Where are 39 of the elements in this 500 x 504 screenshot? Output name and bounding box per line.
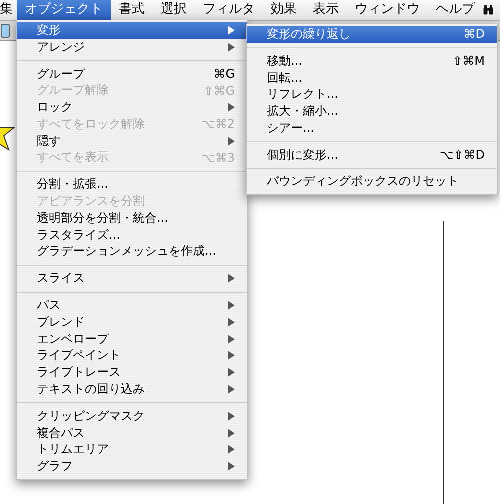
- menu-item[interactable]: ライブペイント: [17, 348, 247, 364]
- menu-item[interactable]: アレンジ: [17, 38, 247, 56]
- menu-item[interactable]: 隠す: [17, 132, 247, 150]
- menu-item[interactable]: 個別に変形... ⌥⇧⌘D: [247, 146, 497, 164]
- menu-item[interactable]: 変形の繰り返し ⌘D: [247, 26, 497, 43]
- menu-item[interactable]: 変形: [17, 22, 247, 39]
- menu-item[interactable]: シアー...: [247, 120, 497, 137]
- menu-item[interactable]: 移動... ⇧⌘M: [247, 52, 497, 70]
- menu-bar-item[interactable]: 表示: [305, 0, 347, 20]
- menu-item[interactable]: ライブトレース: [17, 364, 247, 382]
- menu-item[interactable]: グループ ⌘G: [17, 66, 247, 82]
- menu-item[interactable]: ブレンド: [17, 314, 247, 331]
- menu-bar-item[interactable]: オブジェクト: [17, 0, 111, 20]
- menu-item[interactable]: バウンディングボックスのリセット: [247, 174, 497, 190]
- menu-bar-item[interactable]: 選択: [153, 0, 195, 20]
- menu-item[interactable]: ロック: [17, 99, 247, 116]
- menu-item[interactable]: 透明部分を分割・統合...: [17, 210, 247, 227]
- menu-item[interactable]: クリッピングマスク: [17, 408, 247, 425]
- menu-bar-item[interactable]: 効果: [263, 0, 305, 20]
- menu-bar-item[interactable]: ウィンドウ: [347, 0, 428, 20]
- binoculars-icon[interactable]: [483, 3, 494, 17]
- menu-item[interactable]: パス: [17, 297, 247, 314]
- menu-item[interactable]: グラフ: [17, 458, 247, 476]
- menu-bar-item[interactable]: 集: [0, 0, 17, 20]
- menu-item[interactable]: トリムエリア: [17, 442, 247, 458]
- stepper[interactable]: [1, 24, 10, 38]
- menu-item[interactable]: 回転...: [247, 70, 497, 86]
- menu-item[interactable]: ラスタライズ...: [17, 226, 247, 244]
- menu-item[interactable]: スライス: [17, 270, 247, 288]
- menu-bar-item[interactable]: フィルタ: [195, 0, 263, 20]
- menu-bar-item[interactable]: 書式: [111, 0, 153, 20]
- menu-item[interactable]: グラデーションメッシュを作成...: [17, 244, 247, 260]
- menu-item[interactable]: エンベロープ: [17, 330, 247, 348]
- menu-item[interactable]: リフレクト...: [247, 86, 497, 104]
- menu-bar-item[interactable]: ヘルプ: [428, 0, 483, 20]
- menu-item[interactable]: 分割・拡張...: [17, 176, 247, 194]
- menu-item[interactable]: テキストの回り込み: [17, 381, 247, 398]
- menu-item[interactable]: 複合パス: [17, 424, 247, 442]
- menu-item[interactable]: 拡大・縮小...: [247, 103, 497, 120]
